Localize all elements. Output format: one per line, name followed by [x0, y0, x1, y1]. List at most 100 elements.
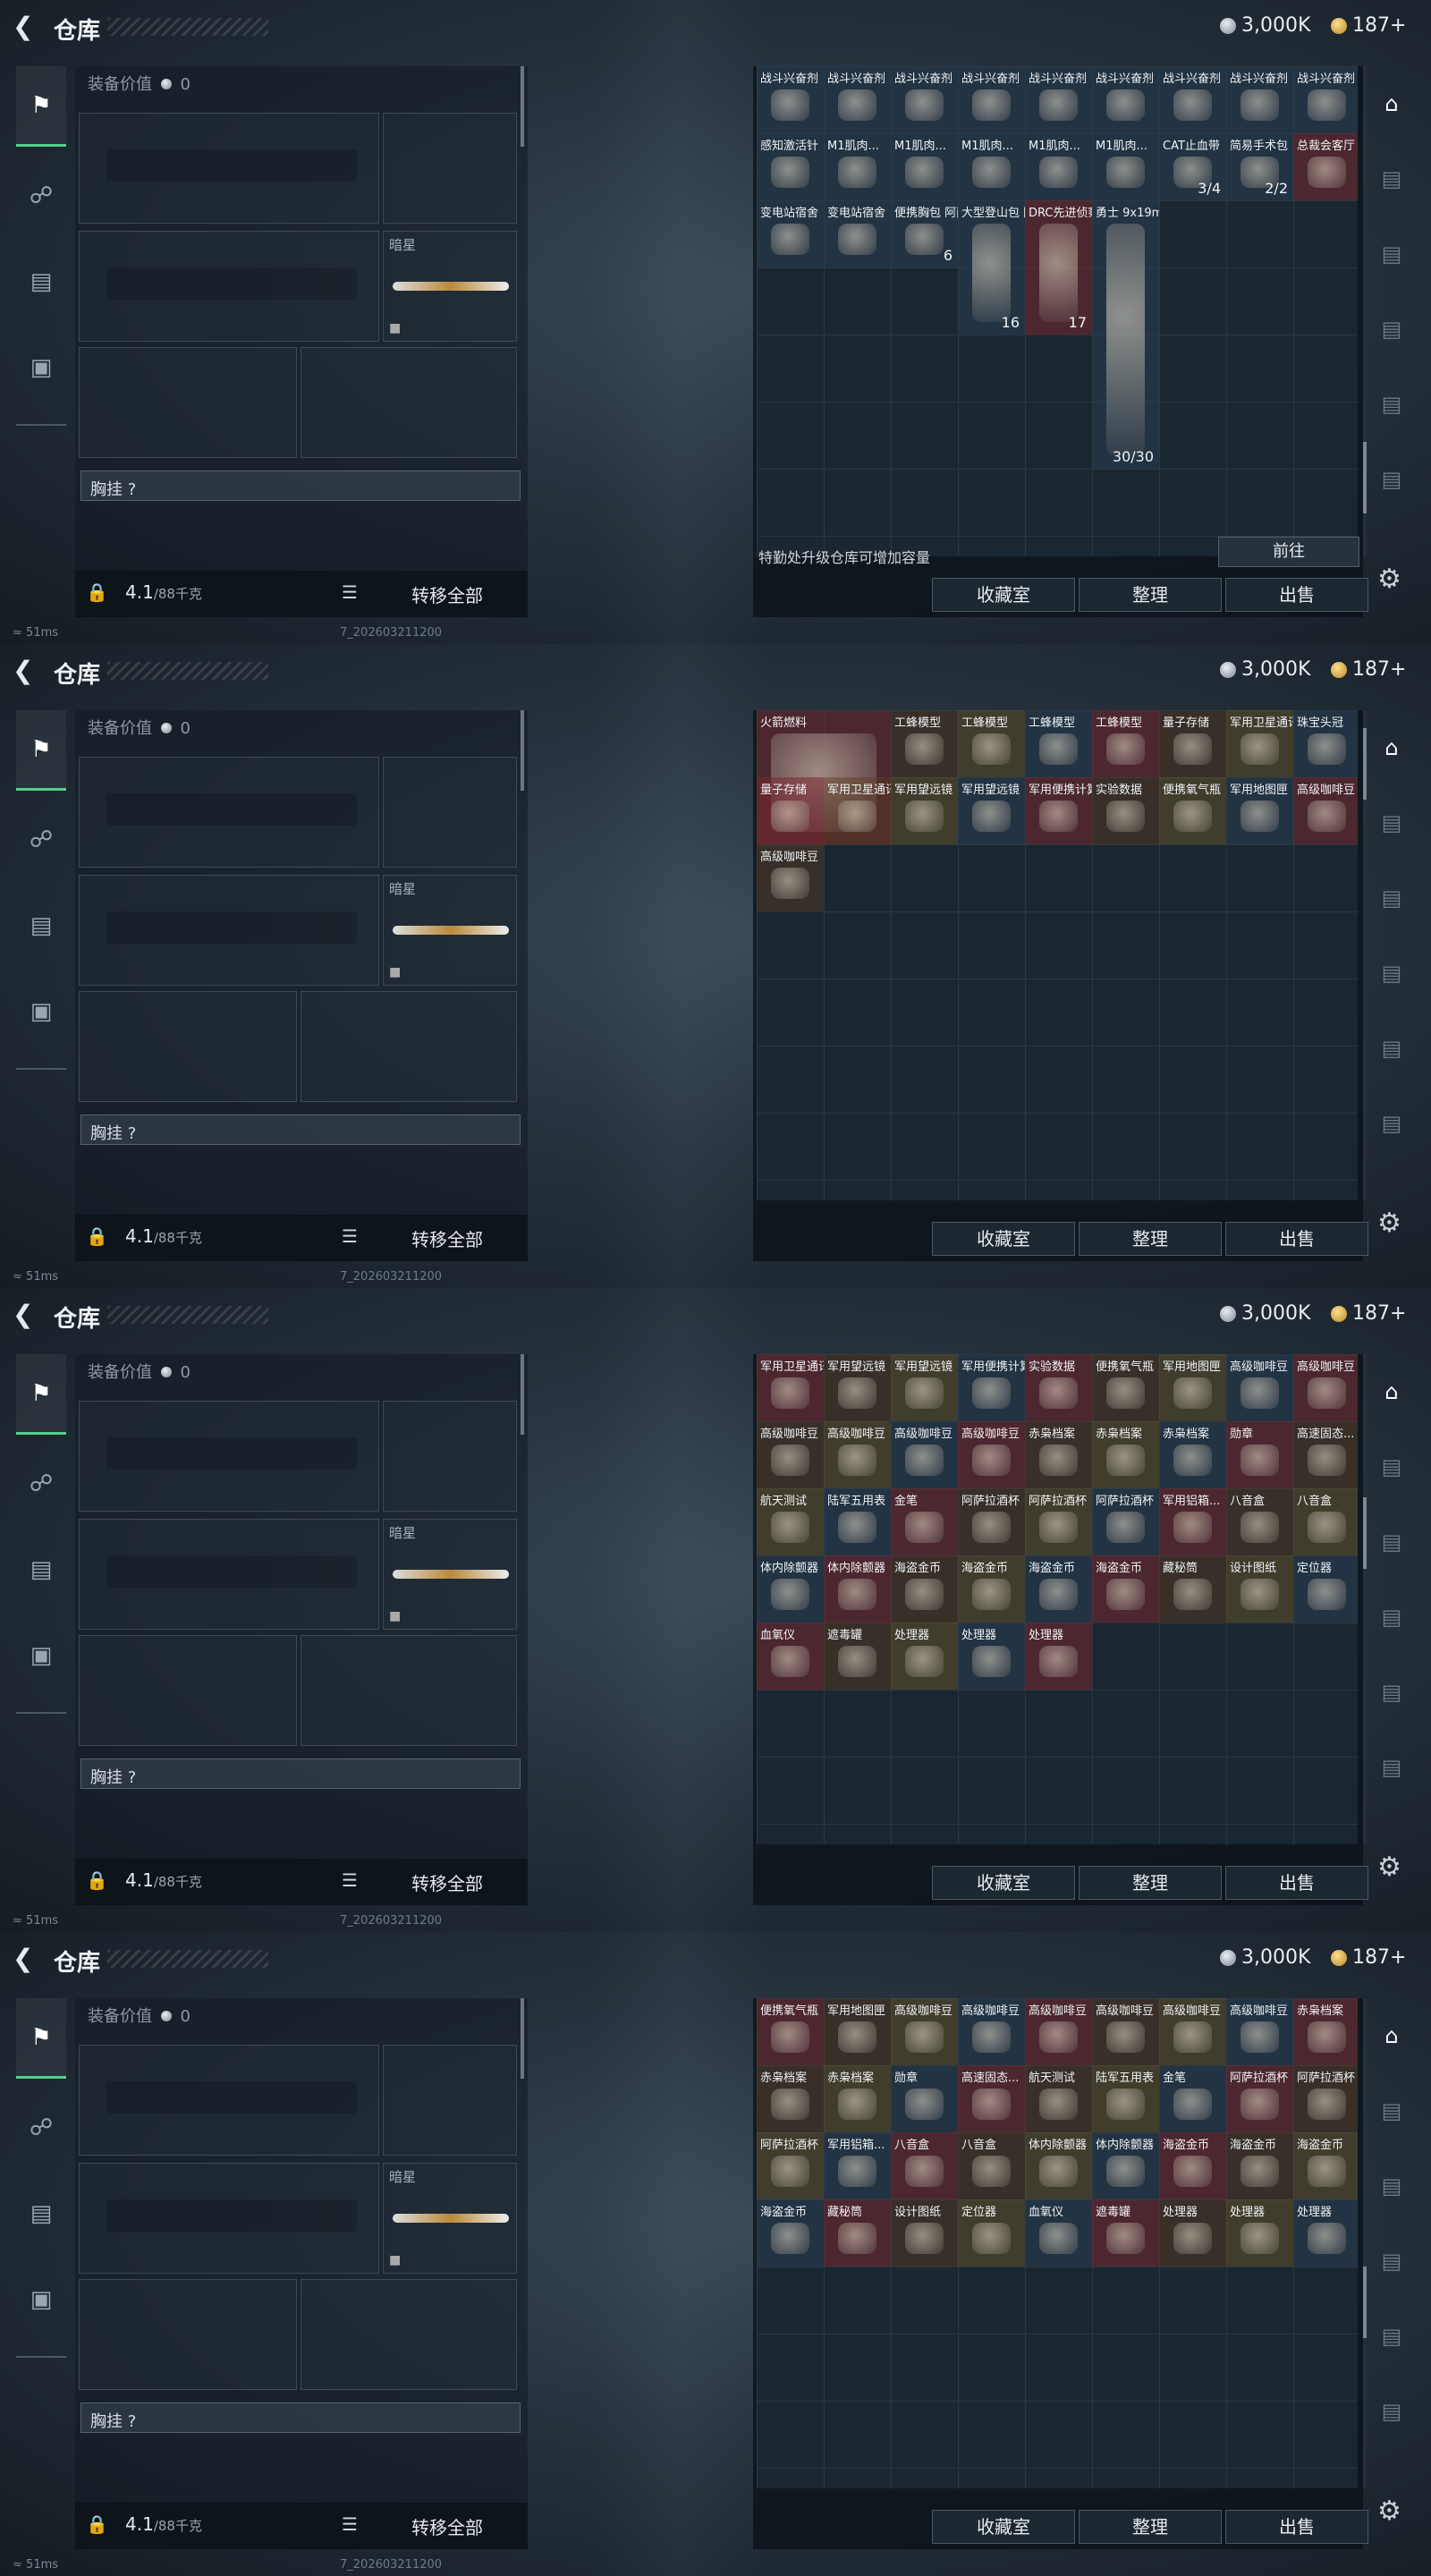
stash-scrollbar[interactable] [1363, 1354, 1367, 1844]
stash-item[interactable]: 高速固态... [958, 2065, 1025, 2132]
scroll-thumb[interactable] [1363, 728, 1367, 800]
nav-consumables[interactable]: ▤ [16, 1530, 66, 1610]
sell-button[interactable]: 出售 [1225, 578, 1368, 612]
stash-item[interactable]: 赤枭档案 [757, 2065, 824, 2132]
stash-item[interactable]: 处理器 [1025, 1623, 1092, 1690]
stash-item[interactable]: 军用卫星通讯仪 [1226, 710, 1293, 777]
helmet-slot[interactable] [79, 347, 297, 458]
stash-tab-2-icon[interactable]: ▤ [1374, 161, 1410, 197]
stash-item[interactable]: 战斗兴奋剂 [958, 66, 1025, 133]
stash-tab-icon[interactable]: ⌂ [1374, 730, 1410, 766]
stash-item[interactable]: 感知激活针 [757, 133, 824, 200]
stash-item[interactable]: 航天测试 [757, 1488, 824, 1555]
stash-item[interactable]: 金笔 [1159, 2065, 1226, 2132]
stash-item[interactable]: DRC先进侦察胸挂 三角洲 17 [1025, 200, 1092, 335]
stash-item[interactable]: 高级咖啡豆 [1025, 1998, 1092, 2065]
helmet-slot[interactable] [79, 1635, 297, 1746]
stash-item[interactable]: 设计图纸 [891, 2199, 958, 2267]
stash-item[interactable]: 军用地图匣 [1226, 777, 1293, 844]
list-icon[interactable]: ☰ [342, 1225, 358, 1247]
sell-button[interactable]: 出售 [1225, 1866, 1368, 1900]
stash-item[interactable]: 军用望远镜 [891, 1354, 958, 1421]
stash-item[interactable]: 战斗兴奋剂 [1293, 66, 1358, 133]
silver-currency[interactable]: 3,000K [1220, 1302, 1310, 1325]
stash-item[interactable]: 八音盒 [1226, 1488, 1293, 1555]
pistol-slot[interactable] [383, 113, 517, 224]
nav-weapons[interactable]: ⚑ [16, 1354, 66, 1435]
stash-item[interactable]: 海盗金币 [1092, 1555, 1159, 1623]
nav-weapons[interactable]: ⚑ [16, 66, 66, 147]
equip-scrollbar[interactable] [521, 66, 524, 147]
stash-item[interactable]: 高级咖啡豆 [958, 1421, 1025, 1488]
stash-tab-4-icon[interactable]: ▤ [1374, 311, 1410, 347]
settings-gear-icon[interactable]: ⚙ [1377, 1852, 1401, 1883]
stash-item[interactable]: 藏秘筒 [824, 2199, 891, 2267]
equip-scrollbar[interactable] [521, 1354, 524, 1435]
collection-button[interactable]: 收藏室 [932, 2510, 1075, 2544]
stash-item[interactable]: 军用望远镜 [824, 1354, 891, 1421]
stash-item[interactable]: 高速固态... [1293, 1421, 1358, 1488]
stash-item[interactable]: 阿萨拉酒杯 [1025, 1488, 1092, 1555]
stash-item[interactable]: 海盗金币 [757, 2199, 824, 2267]
stash-item[interactable]: 八音盒 [1293, 1488, 1358, 1555]
settings-gear-icon[interactable]: ⚙ [1377, 2496, 1401, 2527]
stash-item[interactable]: 便携氧气瓶 [757, 1998, 824, 2065]
nav-weapons[interactable]: ⚑ [16, 710, 66, 791]
stash-scrollbar[interactable] [1363, 66, 1367, 556]
stash-item[interactable]: 军用便携计算机 [1025, 777, 1092, 844]
stash-item[interactable]: 量子存储 [757, 777, 824, 844]
secondary-weapon-slot[interactable] [79, 875, 379, 986]
stash-item[interactable]: M1肌肉... [824, 133, 891, 200]
primary-weapon-slot[interactable] [79, 2045, 379, 2156]
stash-item[interactable]: 实验数据 [1092, 777, 1159, 844]
stash-item[interactable]: 定位器 [958, 2199, 1025, 2267]
back-icon[interactable]: ❮ [13, 1302, 38, 1327]
stash-tab-icon[interactable]: ⌂ [1374, 2018, 1410, 2054]
stash-item[interactable]: 赤枭档案 [1025, 1421, 1092, 1488]
silver-currency[interactable]: 3,000K [1220, 14, 1310, 37]
stash-item[interactable]: 勋章 [1226, 1421, 1293, 1488]
stash-tab-3-icon[interactable]: ▤ [1374, 2168, 1410, 2204]
stash-item[interactable]: 血氧仪 [757, 1623, 824, 1690]
stash-scrollbar[interactable] [1363, 710, 1367, 1200]
nav-weapons[interactable]: ⚑ [16, 1998, 66, 2079]
chest-rig-slot[interactable]: 胸挂 ? [80, 470, 521, 501]
stash-item[interactable]: 便携氧气瓶 [1092, 1354, 1159, 1421]
nav-armor[interactable]: ☍ [16, 800, 66, 880]
stash-tab-4-icon[interactable]: ▤ [1374, 1599, 1410, 1635]
stash-item[interactable]: 海盗金币 [958, 1555, 1025, 1623]
armor-slot[interactable] [301, 1635, 517, 1746]
stash-item[interactable]: 阿萨拉酒杯 [958, 1488, 1025, 1555]
stash-item[interactable]: 高级咖啡豆 [1159, 1998, 1226, 2065]
stash-item[interactable]: 高级咖啡豆 [757, 844, 824, 911]
stash-tab-icon[interactable]: ⌂ [1374, 86, 1410, 122]
stash-item[interactable]: 阿萨拉酒杯 [1226, 2065, 1293, 2132]
stash-tab-3-icon[interactable]: ▤ [1374, 236, 1410, 272]
sell-button[interactable]: 出售 [1225, 2510, 1368, 2544]
scroll-thumb[interactable] [1363, 1497, 1367, 1569]
stash-item[interactable]: M1肌肉... [1092, 133, 1159, 200]
gold-currency[interactable]: 187+ [1331, 14, 1406, 37]
settings-gear-icon[interactable]: ⚙ [1377, 1208, 1401, 1239]
stash-item[interactable]: 高级咖啡豆 [891, 1421, 958, 1488]
stash-item[interactable]: 陆军五用表 [824, 1488, 891, 1555]
stash-item[interactable]: 阿萨拉酒杯 [757, 2132, 824, 2199]
armor-slot[interactable] [301, 347, 517, 458]
gold-currency[interactable]: 187+ [1331, 1302, 1406, 1325]
primary-weapon-slot[interactable] [79, 1401, 379, 1512]
stash-item[interactable]: 遮毒罐 [1092, 2199, 1159, 2267]
armor-slot[interactable] [301, 2279, 517, 2390]
stash-item[interactable]: 军用卫星通讯仪 [824, 777, 891, 844]
collection-button[interactable]: 收藏室 [932, 1866, 1075, 1900]
pistol-slot[interactable] [383, 757, 517, 868]
silver-currency[interactable]: 3,000K [1220, 1946, 1310, 1969]
sort-button[interactable]: 整理 [1079, 578, 1222, 612]
primary-weapon-slot[interactable] [79, 757, 379, 868]
stash-item[interactable]: 军用望远镜 [958, 777, 1025, 844]
primary-weapon-slot[interactable] [79, 113, 379, 224]
back-icon[interactable]: ❮ [13, 1946, 38, 1971]
secondary-weapon-slot[interactable] [79, 1519, 379, 1630]
stash-item[interactable]: 高级咖啡豆 [891, 1998, 958, 2065]
stash-item[interactable]: 体内除颤器 [824, 1555, 891, 1623]
stash-tab-6-icon[interactable]: ▤ [1374, 462, 1410, 497]
